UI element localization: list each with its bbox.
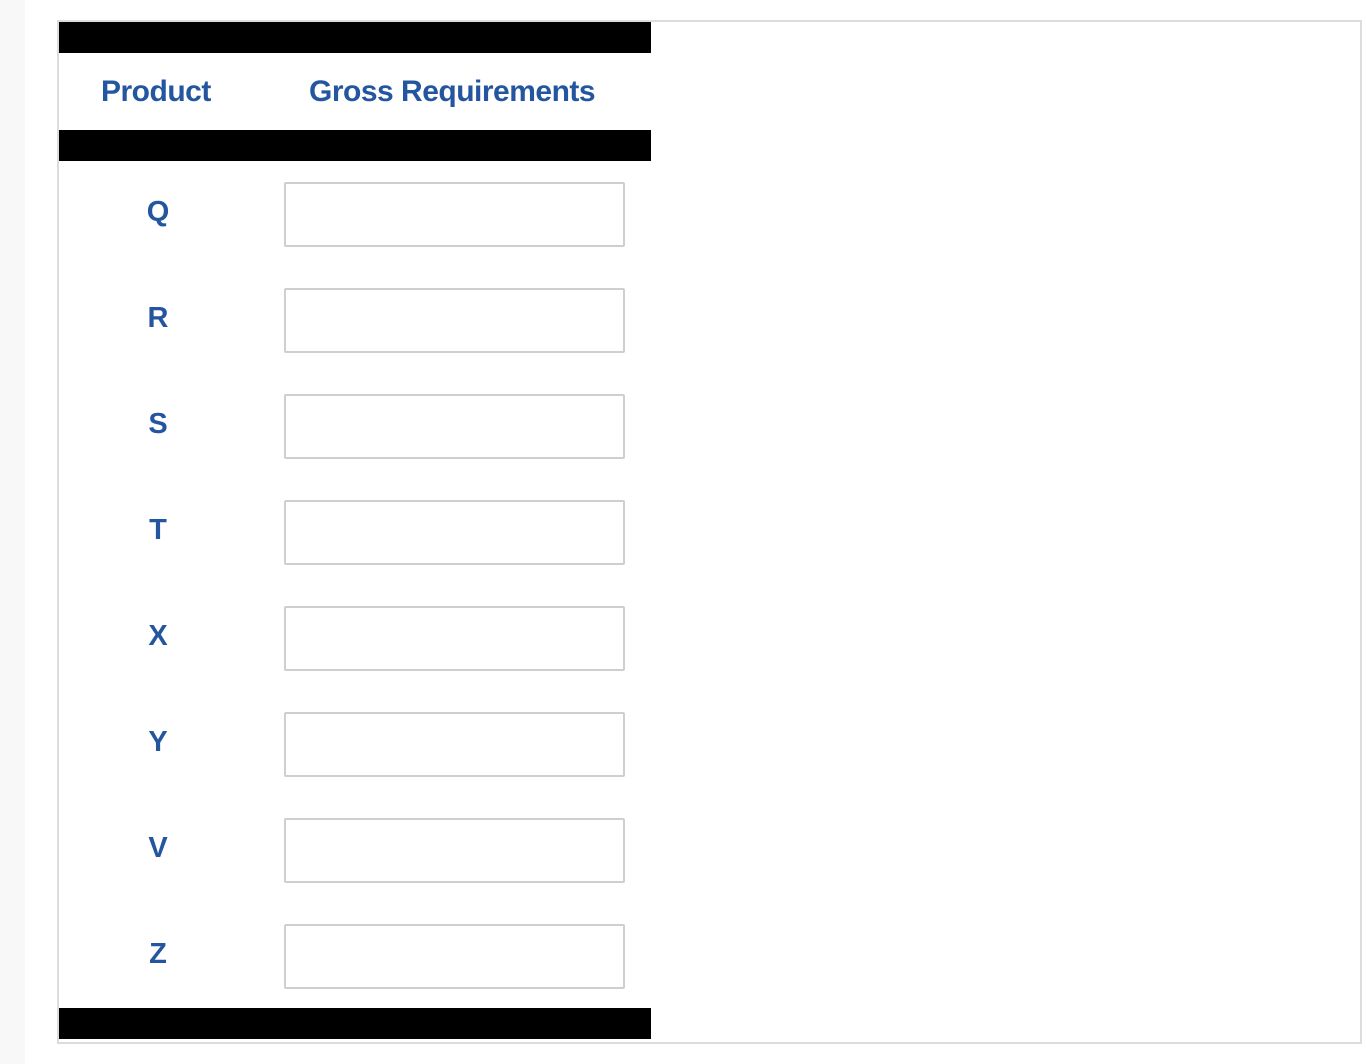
- column-header-gross-requirements: Gross Requirements: [309, 74, 596, 108]
- gross-requirements-input-z[interactable]: [284, 924, 625, 989]
- table-top-bar: [59, 22, 651, 53]
- gross-requirements-table: Product Gross Requirements Q R S T X Y V…: [59, 22, 651, 1039]
- column-header-product: Product: [101, 74, 211, 108]
- table-row: V: [59, 818, 651, 883]
- table-row: S: [59, 394, 651, 459]
- gross-requirements-input-r[interactable]: [284, 288, 625, 353]
- gross-requirements-input-v[interactable]: [284, 818, 625, 883]
- table-row: T: [59, 500, 651, 565]
- gross-requirements-input-q[interactable]: [284, 182, 625, 247]
- product-label: S: [148, 408, 168, 440]
- product-label: X: [148, 620, 168, 652]
- product-label: Q: [146, 196, 170, 228]
- product-label: R: [147, 302, 169, 334]
- table-row: X: [59, 606, 651, 671]
- table-row: R: [59, 288, 651, 353]
- table-row: Q: [59, 182, 651, 247]
- gross-requirements-input-t[interactable]: [284, 500, 625, 565]
- table-row: Z: [59, 924, 651, 989]
- table-bottom-bar: [59, 1008, 651, 1039]
- gross-requirements-input-s[interactable]: [284, 394, 625, 459]
- product-label: V: [148, 832, 168, 864]
- table-header-divider-bar: [59, 130, 651, 161]
- gross-requirements-input-x[interactable]: [284, 606, 625, 671]
- table-header-row: Product Gross Requirements: [59, 53, 651, 130]
- table-row: Y: [59, 712, 651, 777]
- product-label: Z: [149, 938, 167, 970]
- left-margin-strip: [0, 0, 25, 1064]
- product-label: T: [149, 514, 167, 546]
- product-label: Y: [148, 726, 168, 758]
- gross-requirements-input-y[interactable]: [284, 712, 625, 777]
- table-body: Q R S T X Y V Z: [59, 161, 651, 1008]
